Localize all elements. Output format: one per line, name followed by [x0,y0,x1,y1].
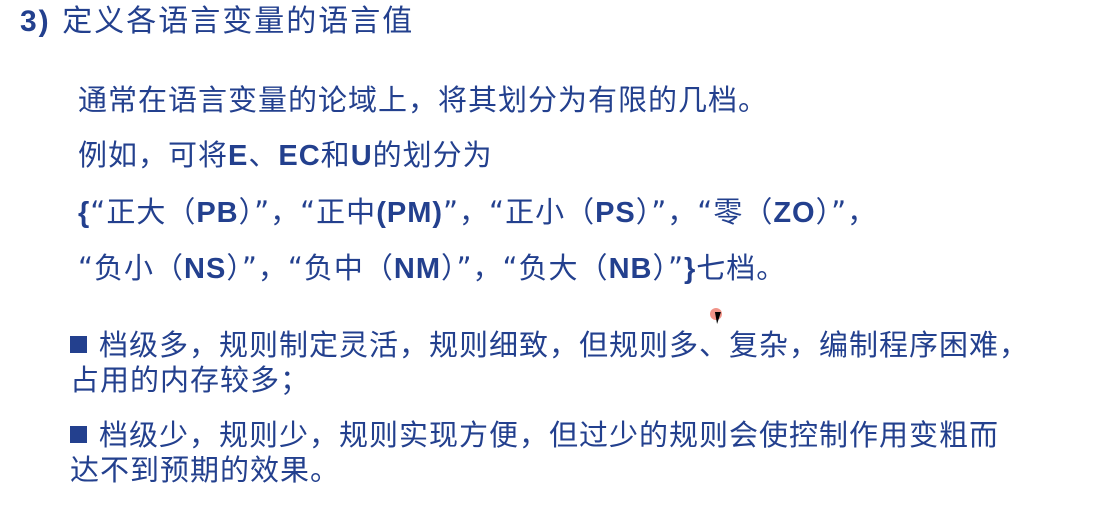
bullet-1: 档级多，规则制定灵活，规则细致，但规则多、复杂，编制程序困难， [70,327,1029,363]
intro-text: 通常在语言变量的论域上，将其划分为有限的几档。 [78,83,769,117]
square-bullet-icon [70,426,87,443]
bullet-1-cont: 占用的内存较多； [70,363,311,397]
set-line-1: {“正大（PB）”，“正中(PM)”，“正小（PS）”，“零（ZO）”， [78,195,878,229]
square-bullet-icon [70,336,87,353]
slide-title: 3) 定义各语言变量的语言值 [20,4,415,39]
example-text: 例如，可将E、EC和U的划分为 [78,138,493,172]
set-line-2: “负小（NS）”，“负中（NM）”，“负大（NB）”}七档。 [78,251,787,285]
bullet-2: 档级少，规则少，规则实现方便，但过少的规则会使控制作用变粗而 [70,417,999,453]
bullet-2-cont: 达不到预期的效果。 [70,453,341,487]
